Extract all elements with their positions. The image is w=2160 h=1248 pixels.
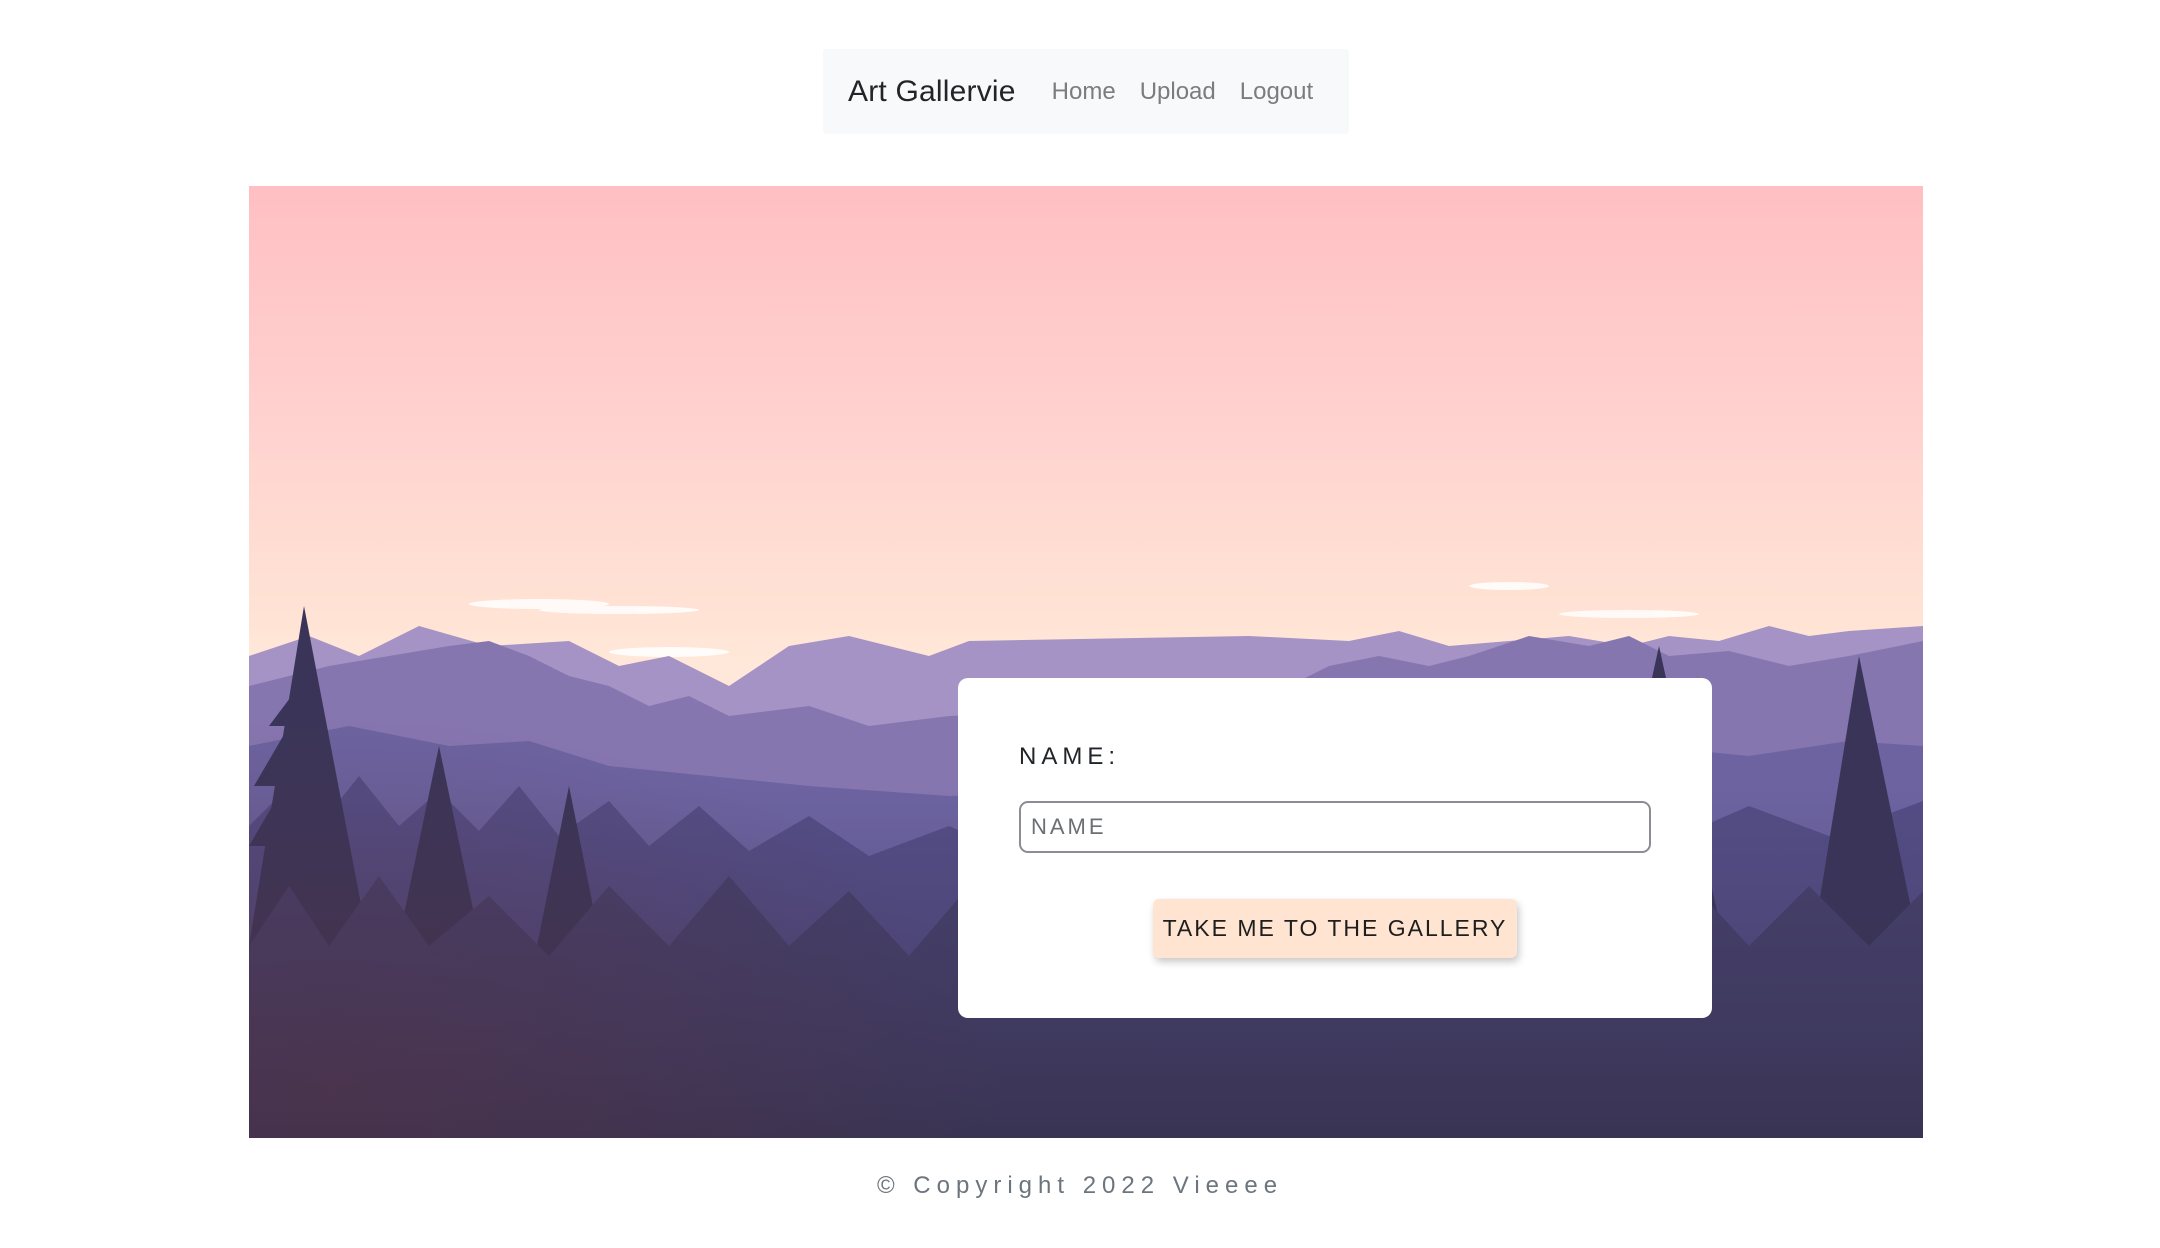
hero-background-image: NAME: TAKE ME TO THE GALLERY (249, 186, 1923, 1138)
nav-link-logout[interactable]: Logout (1240, 78, 1313, 106)
footer-copyright: © Copyright 2022 Vieeee (876, 1172, 1284, 1199)
brand-link[interactable]: Art Gallervie (848, 75, 1016, 109)
nav-link-home[interactable]: Home (1052, 78, 1116, 106)
name-label: NAME: (1019, 743, 1121, 770)
nav-link-upload[interactable]: Upload (1140, 78, 1216, 106)
login-card: NAME: TAKE ME TO THE GALLERY (958, 678, 1712, 1018)
navbar: Art Gallervie Home Upload Logout (823, 49, 1349, 134)
page: Art Gallervie Home Upload Logout NAME: N… (0, 0, 2160, 1248)
take-me-to-gallery-button[interactable]: TAKE ME TO THE GALLERY (1153, 899, 1517, 958)
name-input[interactable] (1019, 801, 1651, 853)
